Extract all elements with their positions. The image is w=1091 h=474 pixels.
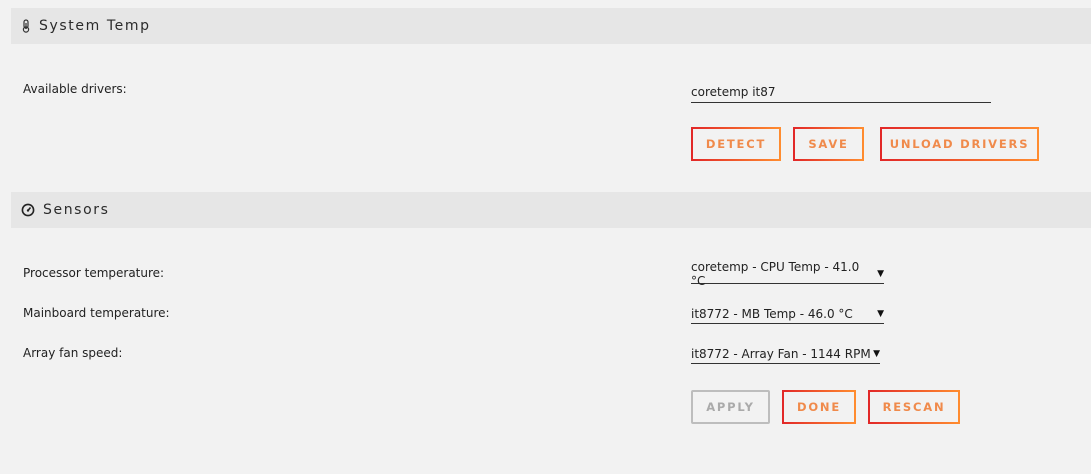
sensors-title: Sensors [43,202,110,218]
processor-temperature-label: Processor temperature: [23,266,165,280]
chevron-down-icon: ▼ [873,348,880,359]
detect-button[interactable]: DETECT [691,127,781,161]
chevron-down-icon: ▼ [877,308,884,319]
done-button[interactable]: DONE [782,390,856,424]
available-drivers-input[interactable] [691,82,991,103]
mainboard-temperature-label: Mainboard temperature: [23,306,170,320]
processor-temperature-select[interactable]: coretemp - CPU Temp - 41.0 °C ▼ [691,260,884,288]
available-drivers-label: Available drivers: [23,82,127,96]
apply-button[interactable]: APPLY [691,390,770,424]
page: System Temp Available drivers: DETECT SA… [0,0,1091,474]
processor-temperature-value: coretemp - CPU Temp - 41.0 °C [691,259,860,288]
rescan-button[interactable]: RESCAN [868,390,960,424]
system-temp-title: System Temp [39,18,151,34]
array-fan-speed-select[interactable]: it8772 - Array Fan - 1144 RPM ▼ [691,344,880,364]
array-fan-speed-label: Array fan speed: [23,346,123,360]
array-fan-speed-value: it8772 - Array Fan - 1144 RPM [691,346,871,361]
save-button[interactable]: SAVE [793,127,864,161]
system-temp-header: System Temp [11,8,1091,44]
thermometer-icon [21,19,31,33]
chevron-down-icon: ▼ [877,268,884,279]
sensors-header: Sensors [11,192,1091,228]
unload-drivers-button[interactable]: UNLOAD DRIVERS [880,127,1039,161]
mainboard-temperature-select[interactable]: it8772 - MB Temp - 46.0 °C ▼ [691,304,884,324]
gauge-icon [21,203,35,217]
mainboard-temperature-value: it8772 - MB Temp - 46.0 °C [691,306,853,321]
